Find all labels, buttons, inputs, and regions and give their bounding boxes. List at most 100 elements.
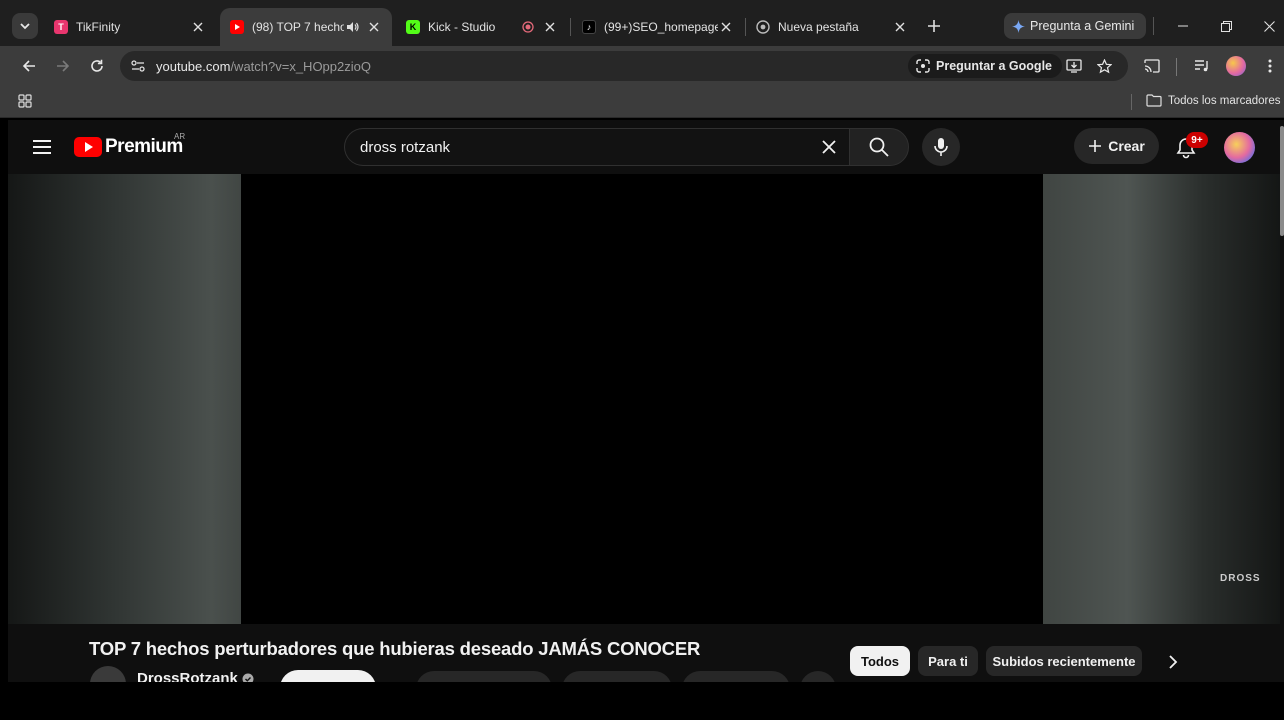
separator bbox=[1153, 17, 1154, 35]
install-app-button[interactable] bbox=[1064, 56, 1084, 76]
restore-icon bbox=[1220, 20, 1232, 32]
tab-new-tab[interactable]: Nueva pestaña bbox=[746, 8, 918, 46]
restore-button[interactable] bbox=[1214, 14, 1238, 38]
tab-title: TikFinity bbox=[76, 20, 121, 34]
page-scrollbar[interactable] bbox=[1280, 126, 1284, 236]
close-icon[interactable] bbox=[190, 19, 206, 35]
tiktok-icon: ♪ bbox=[582, 20, 596, 34]
playlist-music-icon bbox=[1195, 60, 1208, 72]
arrow-right-icon bbox=[57, 60, 70, 72]
separator bbox=[1176, 58, 1177, 76]
tikfinity-icon: T bbox=[54, 20, 68, 34]
channel-row: DrossRotzank bbox=[90, 666, 850, 682]
kick-icon: K bbox=[406, 20, 420, 34]
tab-title: (98) TOP 7 hechos bbox=[252, 20, 344, 34]
youtube-premium-logo[interactable]: Premium AR bbox=[74, 132, 185, 158]
chrome-icon bbox=[756, 20, 770, 34]
apps-grid-icon[interactable] bbox=[18, 94, 32, 108]
close-window-button[interactable] bbox=[1257, 14, 1281, 38]
star-icon bbox=[1096, 58, 1112, 73]
channel-watermark: DROSS bbox=[1220, 573, 1261, 584]
menu-button[interactable] bbox=[1258, 54, 1282, 78]
chip-recently-uploaded[interactable]: Subidos recientemente bbox=[986, 646, 1142, 676]
create-button[interactable]: Crear bbox=[1074, 128, 1159, 164]
like-dislike-button[interactable] bbox=[416, 671, 552, 682]
plus-icon bbox=[1089, 140, 1102, 152]
voice-search-button[interactable] bbox=[922, 128, 960, 166]
site-settings-icon[interactable] bbox=[130, 58, 146, 74]
gemini-button[interactable]: Pregunta a Gemini bbox=[1004, 13, 1146, 39]
subscribe-button[interactable] bbox=[280, 670, 376, 682]
reload-icon bbox=[91, 59, 103, 72]
all-bookmarks-label: Todos los marcadores bbox=[1168, 94, 1281, 107]
ask-google-label: Preguntar a Google bbox=[936, 59, 1052, 73]
all-bookmarks-button[interactable]: Todos los marcadores bbox=[1146, 94, 1281, 107]
media-controls-button[interactable] bbox=[1190, 54, 1214, 78]
tab-seo-homepage[interactable]: ♪ (99+)SEO_homepage bbox=[572, 8, 744, 46]
profile-avatar bbox=[1226, 56, 1246, 76]
back-button[interactable] bbox=[17, 54, 41, 78]
more-actions-button[interactable] bbox=[800, 671, 836, 682]
close-icon[interactable] bbox=[892, 19, 908, 35]
video-title: TOP 7 hechos perturbadores que hubieras … bbox=[89, 638, 701, 659]
close-icon[interactable] bbox=[366, 19, 382, 35]
chips-next-button[interactable] bbox=[1163, 652, 1183, 672]
search-input[interactable]: dross rotzank bbox=[360, 139, 450, 156]
tab-tikfinity[interactable]: T TikFinity bbox=[44, 8, 216, 46]
minimize-icon bbox=[1178, 25, 1188, 27]
clear-search-button[interactable] bbox=[819, 137, 839, 157]
more-vertical-icon bbox=[1268, 59, 1272, 73]
tab-separator bbox=[570, 18, 571, 36]
guide-menu-button[interactable] bbox=[30, 135, 54, 159]
search-button[interactable] bbox=[849, 128, 909, 166]
new-tab-button[interactable] bbox=[924, 16, 944, 36]
tab-youtube[interactable]: (98) TOP 7 hechos bbox=[220, 8, 392, 46]
tab-search-button[interactable] bbox=[12, 13, 38, 39]
chevron-down-icon bbox=[20, 23, 30, 30]
youtube-logo-icon bbox=[74, 137, 102, 157]
youtube-page: Premium AR dross rotzank Crear 9+ DROSS bbox=[8, 120, 1284, 682]
video-player[interactable] bbox=[241, 174, 1043, 624]
gemini-label: Pregunta a Gemini bbox=[1030, 19, 1135, 33]
cast-icon bbox=[1144, 59, 1160, 73]
profile-button[interactable] bbox=[1224, 54, 1248, 78]
bookmark-star-button[interactable] bbox=[1094, 56, 1114, 76]
close-icon[interactable] bbox=[718, 19, 734, 35]
youtube-masthead: Premium AR dross rotzank Crear 9+ bbox=[8, 120, 1280, 174]
chevron-right-icon bbox=[1169, 655, 1178, 669]
microphone-icon bbox=[934, 138, 948, 156]
bookmarks-bar: Todos los marcadores bbox=[0, 86, 1284, 118]
channel-name-link[interactable]: DrossRotzank bbox=[137, 670, 254, 682]
channel-name: DrossRotzank bbox=[137, 670, 238, 682]
close-icon bbox=[822, 140, 836, 154]
ask-google-button[interactable]: Preguntar a Google bbox=[908, 54, 1062, 78]
country-code: AR bbox=[174, 132, 186, 141]
notification-badge: 9+ bbox=[1186, 132, 1208, 148]
forward-button[interactable] bbox=[51, 54, 75, 78]
tab-kick[interactable]: K Kick - Studio bbox=[396, 8, 568, 46]
hamburger-menu-icon bbox=[33, 140, 51, 154]
folder-icon bbox=[1146, 94, 1162, 107]
reload-button[interactable] bbox=[85, 54, 109, 78]
close-icon[interactable] bbox=[542, 19, 558, 35]
player-ambient-background: DROSS bbox=[8, 174, 1280, 624]
search-box[interactable]: dross rotzank bbox=[344, 128, 849, 166]
minimize-button[interactable] bbox=[1171, 14, 1195, 38]
address-bar[interactable]: youtube.com/watch?v=x_HOpp2zioQ Pregunta… bbox=[120, 51, 1128, 81]
account-avatar[interactable] bbox=[1224, 132, 1255, 163]
cast-button[interactable] bbox=[1140, 54, 1164, 78]
tab-title: Nueva pestaña bbox=[778, 20, 859, 34]
chip-for-you[interactable]: Para ti bbox=[918, 646, 978, 676]
url-path: /watch?v=x_HOpp2zioQ bbox=[230, 59, 371, 74]
recording-icon bbox=[520, 19, 536, 35]
share-button[interactable] bbox=[562, 671, 672, 682]
url-host: youtube.com bbox=[156, 59, 231, 74]
speaker-icon[interactable] bbox=[344, 19, 360, 35]
channel-avatar[interactable] bbox=[90, 666, 126, 682]
tab-title: (99+)SEO_homepage bbox=[604, 20, 718, 34]
chip-all[interactable]: Todos bbox=[850, 646, 910, 676]
url-text[interactable]: youtube.com/watch?v=x_HOpp2zioQ bbox=[156, 59, 371, 74]
download-button[interactable] bbox=[682, 671, 790, 682]
install-icon bbox=[1066, 59, 1082, 73]
tab-title: Kick - Studio bbox=[428, 20, 496, 34]
